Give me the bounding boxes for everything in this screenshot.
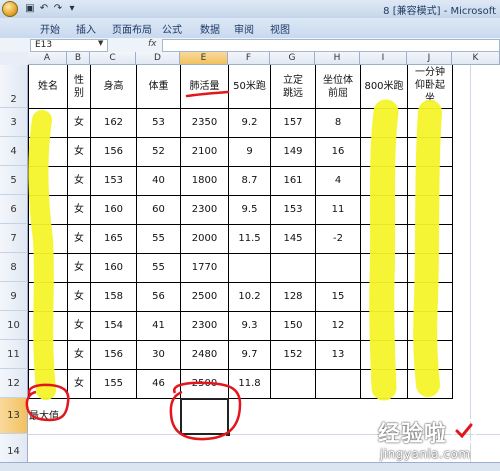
watermark-sub: jingyanla.com — [380, 447, 471, 461]
red-underline-lung-capacity — [185, 90, 230, 98]
annotation-overlay — [25, 90, 442, 441]
red-circle-selected-cell — [169, 381, 242, 441]
highlight-stroke-situps — [413, 100, 442, 397]
watermark-main: 经验啦 — [378, 422, 448, 447]
highlight-stroke-800m — [369, 99, 399, 401]
highlight-stroke-names — [28, 110, 56, 400]
check-icon — [452, 419, 476, 443]
